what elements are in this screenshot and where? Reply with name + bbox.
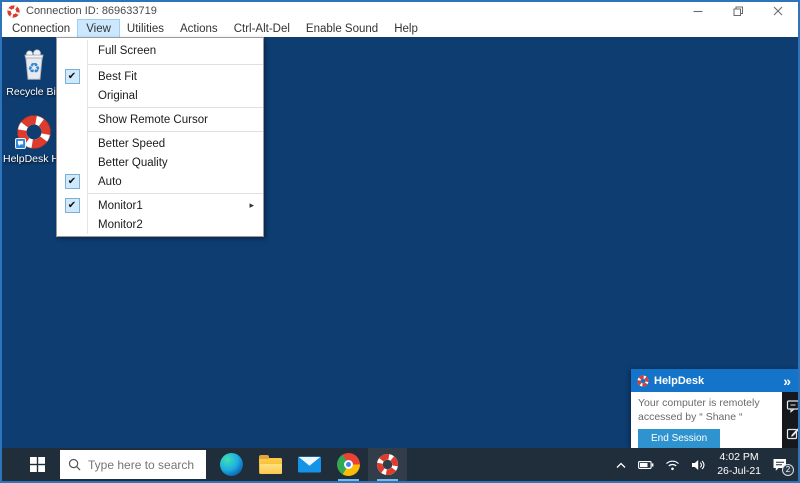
submenu-arrow-icon: ▸ (249, 200, 254, 211)
volume-button[interactable] (691, 459, 706, 471)
helpdesk-session-panel: HelpDesk » Your computer is remotely acc… (631, 369, 798, 448)
whiteboard-edit-icon[interactable] (786, 426, 800, 440)
titlebar: Connection ID: 869633719 (2, 2, 798, 20)
tray-time: 4:02 PM (717, 451, 761, 465)
restore-icon (733, 6, 744, 17)
helpdesk-lifebuoy-icon (7, 5, 20, 18)
menu-item-auto[interactable]: ✔ Auto (57, 172, 263, 191)
window-controls (678, 2, 798, 20)
helpdesk-panel-header[interactable]: HelpDesk » (631, 369, 798, 392)
menu-item-better-speed[interactable]: Better Speed (57, 134, 263, 153)
taskbar-helpdesk-icon[interactable] (368, 448, 407, 481)
helpdesk-panel-body: Your computer is remotely accessed by “ … (631, 392, 798, 452)
taskbar-app-icons (212, 448, 407, 481)
menu-item-best-fit[interactable]: ✔ Best Fit (57, 67, 263, 86)
check-icon: ✔ (68, 201, 76, 211)
checked-checkbox: ✔ (65, 198, 80, 213)
check-icon: ✔ (68, 72, 76, 82)
taskbar-mail-icon[interactable] (290, 448, 329, 481)
menu-item-better-quality[interactable]: Better Quality (57, 153, 263, 172)
helpdesk-panel-title: HelpDesk (654, 375, 704, 387)
menu-connection[interactable]: Connection (4, 20, 78, 37)
menu-item-full-screen[interactable]: Full Screen (57, 40, 263, 62)
helpdesk-side-toolbar (782, 392, 800, 452)
close-button[interactable] (758, 2, 798, 20)
chat-icon[interactable] (786, 399, 800, 413)
wifi-icon (665, 459, 680, 471)
menu-separator (88, 131, 263, 132)
menu-item-monitor2[interactable]: Monitor2 (57, 215, 263, 234)
battery-icon (638, 460, 654, 470)
taskbar: 4:02 PM 26-Jul-21 2 (2, 448, 798, 481)
menu-enable-sound[interactable]: Enable Sound (298, 20, 386, 37)
action-center-button[interactable]: 2 (772, 458, 788, 472)
menu-separator (88, 193, 263, 194)
menu-actions[interactable]: Actions (172, 20, 226, 37)
start-button[interactable] (14, 448, 60, 481)
checked-checkbox: ✔ (65, 69, 80, 84)
menu-separator (88, 107, 263, 108)
maximize-button[interactable] (718, 2, 758, 20)
menu-view[interactable]: View (78, 20, 119, 37)
tray-date: 26-Jul-21 (717, 465, 761, 479)
window-title: Connection ID: 869633719 (26, 5, 157, 17)
volume-icon (691, 459, 706, 471)
menu-item-monitor1[interactable]: ✔ Monitor1 ▸ (57, 196, 263, 215)
taskbar-edge-icon[interactable] (212, 448, 251, 481)
taskbar-file-explorer-icon[interactable] (251, 448, 290, 481)
search-input[interactable] (88, 458, 198, 472)
system-tray: 4:02 PM 26-Jul-21 2 (615, 448, 798, 481)
check-icon: ✔ (68, 177, 76, 187)
menu-ctrl-alt-del[interactable]: Ctrl-Alt-Del (226, 20, 298, 37)
view-dropdown-menu: Full Screen ✔ Best Fit Original Show Rem… (56, 37, 264, 237)
chevron-up-icon (615, 461, 627, 469)
menubar: Connection View Utilities Actions Ctrl-A… (2, 20, 798, 37)
checked-checkbox: ✔ (65, 174, 80, 189)
clock[interactable]: 4:02 PM 26-Jul-21 (717, 451, 761, 478)
battery-button[interactable] (638, 460, 654, 470)
recycle-bin-icon: ♻ (16, 47, 52, 83)
remote-access-message: Your computer is remotely accessed by “ … (638, 397, 780, 424)
shortcut-chat-badge-icon (15, 138, 26, 149)
helpdesk-lifebuoy-icon (376, 453, 399, 476)
close-icon (773, 6, 783, 16)
windows-logo-icon (30, 457, 45, 472)
search-icon (68, 458, 81, 471)
minimize-button[interactable] (678, 2, 718, 20)
svg-text:♻: ♻ (28, 61, 41, 77)
wifi-button[interactable] (665, 459, 680, 471)
collapse-chevrons-icon[interactable]: » (783, 374, 791, 388)
menu-separator (88, 64, 263, 65)
menu-utilities[interactable]: Utilities (119, 20, 172, 37)
menu-help[interactable]: Help (386, 20, 426, 37)
mail-icon (298, 456, 321, 473)
menu-item-show-remote-cursor[interactable]: Show Remote Cursor (57, 110, 263, 129)
remote-control-window: Connection ID: 869633719 Connection View (0, 0, 800, 483)
minimize-icon (693, 6, 703, 16)
taskbar-search[interactable] (60, 450, 206, 479)
menu-item-original[interactable]: Original (57, 86, 263, 105)
helpdesk-lifebuoy-icon (637, 375, 649, 387)
end-session-button[interactable]: End Session (638, 429, 720, 448)
taskbar-chrome-icon[interactable] (329, 448, 368, 481)
notification-count-badge: 2 (782, 464, 794, 476)
hidden-icons-button[interactable] (615, 461, 627, 469)
